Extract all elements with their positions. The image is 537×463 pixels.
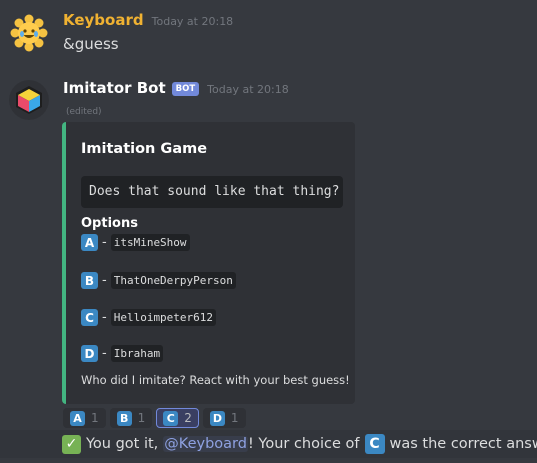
imitator-bot-avatar[interactable] <box>9 80 49 120</box>
game-embed: Imitation Game Does that sound like that… <box>62 122 355 404</box>
white-check-mark-icon: ✓ <box>62 434 81 454</box>
regional-indicator-d-icon: D <box>81 345 98 362</box>
reaction-count: 1 <box>91 411 99 425</box>
regional-indicator-c-icon: C <box>163 410 179 426</box>
regional-indicator-a-icon: A <box>70 410 85 426</box>
option-separator: - <box>102 310 107 325</box>
regional-indicator-a-icon: A <box>81 234 98 251</box>
option-d: D - Ibraham <box>81 345 164 362</box>
reaction-count: 2 <box>184 411 192 425</box>
reactions-bar: A 1 B 1 C 2 D 1 <box>63 408 246 428</box>
edited-indicator: (edited) <box>66 107 102 117</box>
option-separator: - <box>102 346 107 361</box>
reaction-count: 1 <box>137 411 146 425</box>
option-name: ThatOneDerpyPerson <box>110 272 236 289</box>
reaction-d[interactable]: D 1 <box>202 408 246 428</box>
embed-title: Imitation Game <box>81 141 208 157</box>
result-message-row: ✓ You got it, @Keyboard ! Your choice of… <box>0 430 537 458</box>
option-name: Ibraham <box>110 345 164 362</box>
options-field-name: Options <box>81 216 138 231</box>
bot-message-header: Imitator Bot BOT Today at 20:18 <box>63 79 289 98</box>
reaction-c[interactable]: C 2 <box>156 408 199 428</box>
chat-view: Keyboard Today at 20:18 &guess Imitator … <box>0 0 537 463</box>
regional-indicator-c-icon: C <box>81 309 98 326</box>
user-timestamp: Today at 20:18 <box>151 15 234 28</box>
option-name: Helloimpeter612 <box>110 309 217 326</box>
option-separator: - <box>102 235 107 250</box>
reaction-a[interactable]: A 1 <box>63 408 106 428</box>
result-message: ✓ You got it, @Keyboard ! Your choice of… <box>62 434 537 454</box>
option-b: B - ThatOneDerpyPerson <box>81 272 236 289</box>
result-prefix: You got it, <box>86 436 159 452</box>
keyboard-avatar[interactable] <box>9 13 49 53</box>
bot-timestamp: Today at 20:18 <box>207 83 289 96</box>
user-message-header: Keyboard Today at 20:18 <box>63 11 233 29</box>
user-message-text: &guess <box>63 35 119 53</box>
embed-prompt-text: Who did I imitate? React with your best … <box>81 373 350 387</box>
regional-indicator-d-icon: D <box>209 410 225 426</box>
regional-indicator-c-icon: C <box>364 434 385 454</box>
option-c: C - Helloimpeter612 <box>81 309 217 326</box>
question-codeblock: Does that sound like that thing? <box>81 176 343 208</box>
bot-username[interactable]: Imitator Bot <box>63 79 166 97</box>
reaction-b[interactable]: B 1 <box>109 408 153 428</box>
regional-indicator-b-icon: B <box>81 272 98 289</box>
bot-tag-badge: BOT <box>171 82 200 96</box>
result-middle: ! Your choice of <box>247 436 360 452</box>
option-a: A - itsMineShow <box>81 234 190 251</box>
regional-indicator-b-icon: B <box>116 410 132 426</box>
result-suffix: was the correct answer. <box>389 436 537 452</box>
user-username[interactable]: Keyboard <box>63 11 144 29</box>
option-name: itsMineShow <box>110 234 190 251</box>
user-mention[interactable]: @Keyboard <box>163 436 248 452</box>
reaction-count: 1 <box>230 411 239 425</box>
option-separator: - <box>102 273 107 288</box>
